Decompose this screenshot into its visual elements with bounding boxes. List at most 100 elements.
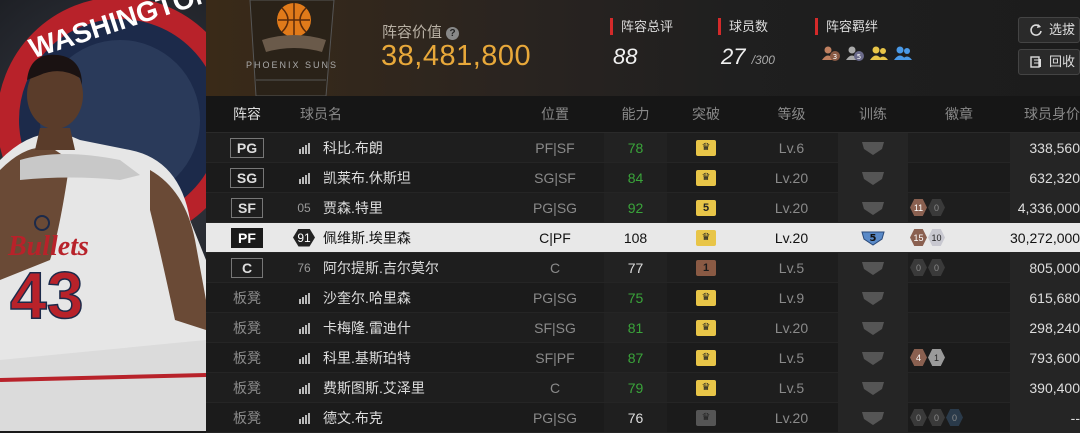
breakthrough-cell[interactable]: 5 bbox=[667, 193, 745, 222]
select-button[interactable]: 选拔 bbox=[1018, 17, 1080, 43]
training-cell[interactable] bbox=[838, 133, 908, 162]
player-name[interactable]: 阿尔提斯.吉尔莫尔 bbox=[323, 258, 439, 278]
bond-icons[interactable]: 3 5 bbox=[815, 45, 913, 62]
badge-icon[interactable]: 4 bbox=[910, 349, 927, 366]
player-name[interactable]: 佩维斯.埃里森 bbox=[323, 228, 411, 248]
training-cell[interactable] bbox=[838, 313, 908, 342]
training-shield-icon[interactable]: 5 bbox=[860, 229, 886, 247]
player-name-cell[interactable]: 科里.基斯珀特 bbox=[288, 343, 506, 372]
player-name[interactable]: 凯莱布.休斯坦 bbox=[323, 168, 411, 188]
badges-cell[interactable]: 00 bbox=[908, 253, 1010, 282]
player-name-cell[interactable]: 91 佩维斯.埃里森 bbox=[288, 223, 506, 252]
player-name-cell[interactable]: 费斯图斯.艾泽里 bbox=[288, 373, 506, 402]
training-shield-icon[interactable] bbox=[860, 349, 886, 367]
col-position[interactable]: 位置 bbox=[506, 96, 604, 132]
breakthrough-cell[interactable]: ♛ bbox=[667, 223, 745, 252]
table-row[interactable]: PF 91 佩维斯.埃里森 C|PF 108 ♛ Lv.20 5 15 10 30,272,000 bbox=[206, 223, 1080, 253]
bond-gold-icon[interactable] bbox=[869, 45, 889, 62]
lineup-slot[interactable]: 板凳 bbox=[233, 348, 261, 368]
col-level[interactable]: 等级 bbox=[745, 96, 838, 132]
player-name[interactable]: 贾森.特里 bbox=[323, 198, 383, 218]
table-row[interactable]: PG 科比.布朗 PF|SF 78 ♛ Lv.6 338,560 bbox=[206, 133, 1080, 163]
badges-cell[interactable] bbox=[908, 373, 1010, 402]
badges-cell[interactable] bbox=[908, 163, 1010, 192]
breakthrough-cell[interactable]: ♛ bbox=[667, 283, 745, 312]
training-shield-icon[interactable] bbox=[860, 139, 886, 157]
badges-cell[interactable] bbox=[908, 313, 1010, 342]
lineup-slot[interactable]: PF bbox=[231, 227, 263, 248]
crown-icon[interactable]: ♛ bbox=[696, 319, 716, 336]
badge-icon[interactable]: 0 bbox=[910, 259, 927, 276]
crown-icon[interactable]: ♛ bbox=[696, 229, 716, 246]
lineup-slot[interactable]: 板凳 bbox=[233, 408, 261, 428]
player-name[interactable]: 卡梅隆.雷迪什 bbox=[323, 318, 411, 338]
lineup-slot[interactable]: SF bbox=[231, 197, 263, 218]
breakthrough-cell[interactable]: 1 bbox=[667, 253, 745, 282]
badge-icon[interactable]: 0 bbox=[928, 199, 945, 216]
breakthrough-cell[interactable]: ♛ bbox=[667, 133, 745, 162]
crown-icon[interactable]: ♛ bbox=[696, 169, 716, 186]
table-row[interactable]: 板凳 费斯图斯.艾泽里 C 79 ♛ Lv.5 390,400 bbox=[206, 373, 1080, 403]
bond-silver-icon[interactable]: 5 bbox=[845, 45, 865, 62]
training-shield-icon[interactable] bbox=[860, 199, 886, 217]
training-shield-icon[interactable] bbox=[860, 319, 886, 337]
training-cell[interactable] bbox=[838, 253, 908, 282]
col-rating[interactable]: 能力 bbox=[604, 96, 667, 132]
lineup-slot[interactable]: 板凳 bbox=[233, 288, 261, 308]
player-name-cell[interactable]: 沙奎尔.哈里森 bbox=[288, 283, 506, 312]
training-shield-icon[interactable] bbox=[860, 289, 886, 307]
training-shield-icon[interactable] bbox=[860, 409, 886, 427]
lineup-slot[interactable]: SG bbox=[229, 167, 265, 188]
table-row[interactable]: SG 凯莱布.休斯坦 SG|SF 84 ♛ Lv.20 632,320 bbox=[206, 163, 1080, 193]
player-name-cell[interactable]: 76 阿尔提斯.吉尔莫尔 bbox=[288, 253, 506, 282]
badge-icon[interactable]: 11 bbox=[910, 199, 927, 216]
crown-icon[interactable]: ♛ bbox=[696, 139, 716, 156]
bond-bronze-icon[interactable]: 3 bbox=[821, 45, 841, 62]
training-cell[interactable] bbox=[838, 403, 908, 432]
col-salary[interactable]: 球员身价 bbox=[1010, 96, 1080, 132]
player-name[interactable]: 科里.基斯珀特 bbox=[323, 348, 411, 368]
training-shield-icon[interactable] bbox=[860, 259, 886, 277]
table-row[interactable]: 板凳 卡梅隆.雷迪什 SF|SG 81 ♛ Lv.20 298,240 bbox=[206, 313, 1080, 343]
badges-cell[interactable]: 000 bbox=[908, 403, 1010, 432]
player-name[interactable]: 沙奎尔.哈里森 bbox=[323, 288, 411, 308]
breakthrough-cell[interactable]: ♛ bbox=[667, 163, 745, 192]
player-name-cell[interactable]: 卡梅隆.雷迪什 bbox=[288, 313, 506, 342]
crown-icon[interactable]: ♛ bbox=[696, 379, 716, 396]
table-row[interactable]: 板凳 科里.基斯珀特 SF|PF 87 ♛ Lv.5 4 1 793,600 bbox=[206, 343, 1080, 373]
badge-icon[interactable]: 0 bbox=[946, 409, 963, 426]
breakthrough-cell[interactable]: ♛ bbox=[667, 403, 745, 432]
training-cell[interactable] bbox=[838, 193, 908, 222]
player-name-cell[interactable]: 05 贾森.特里 bbox=[288, 193, 506, 222]
badges-cell[interactable] bbox=[908, 133, 1010, 162]
col-training[interactable]: 训练 bbox=[838, 96, 908, 132]
col-player-name[interactable]: 球员名 bbox=[288, 96, 506, 132]
table-row[interactable]: SF 05 贾森.特里 PG|SG 92 5 Lv.20 11 0 4,336,000 bbox=[206, 193, 1080, 223]
breakthrough-cell[interactable]: ♛ bbox=[667, 313, 745, 342]
col-lineup[interactable]: 阵容 bbox=[206, 96, 288, 132]
lineup-slot[interactable]: C bbox=[231, 257, 263, 278]
training-cell[interactable] bbox=[838, 283, 908, 312]
help-icon[interactable]: ? bbox=[446, 27, 460, 40]
crown-icon[interactable]: ♛ bbox=[696, 349, 716, 366]
player-name-cell[interactable]: 科比.布朗 bbox=[288, 133, 506, 162]
player-name[interactable]: 费斯图斯.艾泽里 bbox=[323, 378, 425, 398]
badges-cell[interactable] bbox=[908, 283, 1010, 312]
table-row[interactable]: 板凳 德文.布克 PG|SG 76 ♛ Lv.20 0 0 0 -- bbox=[206, 403, 1080, 433]
training-cell[interactable] bbox=[838, 343, 908, 372]
player-name-cell[interactable]: 凯莱布.休斯坦 bbox=[288, 163, 506, 192]
bond-blue-icon[interactable] bbox=[893, 45, 913, 62]
badges-cell[interactable]: 15 10 bbox=[908, 223, 1010, 252]
badge-icon[interactable]: 1 bbox=[928, 349, 945, 366]
breakthrough-cell[interactable]: ♛ bbox=[667, 343, 745, 372]
crown-icon[interactable]: 5 bbox=[696, 199, 716, 216]
badges-cell[interactable]: 11 0 bbox=[908, 193, 1010, 222]
badge-icon[interactable]: 0 bbox=[928, 409, 945, 426]
crown-icon[interactable]: ♛ bbox=[696, 289, 716, 306]
training-cell[interactable]: 5 bbox=[838, 223, 908, 252]
player-name[interactable]: 科比.布朗 bbox=[323, 138, 383, 158]
training-shield-icon[interactable] bbox=[860, 169, 886, 187]
recycle-button[interactable]: 回收 bbox=[1018, 49, 1080, 75]
lineup-slot[interactable]: PG bbox=[229, 137, 265, 158]
col-badges[interactable]: 徽章 bbox=[908, 96, 1010, 132]
